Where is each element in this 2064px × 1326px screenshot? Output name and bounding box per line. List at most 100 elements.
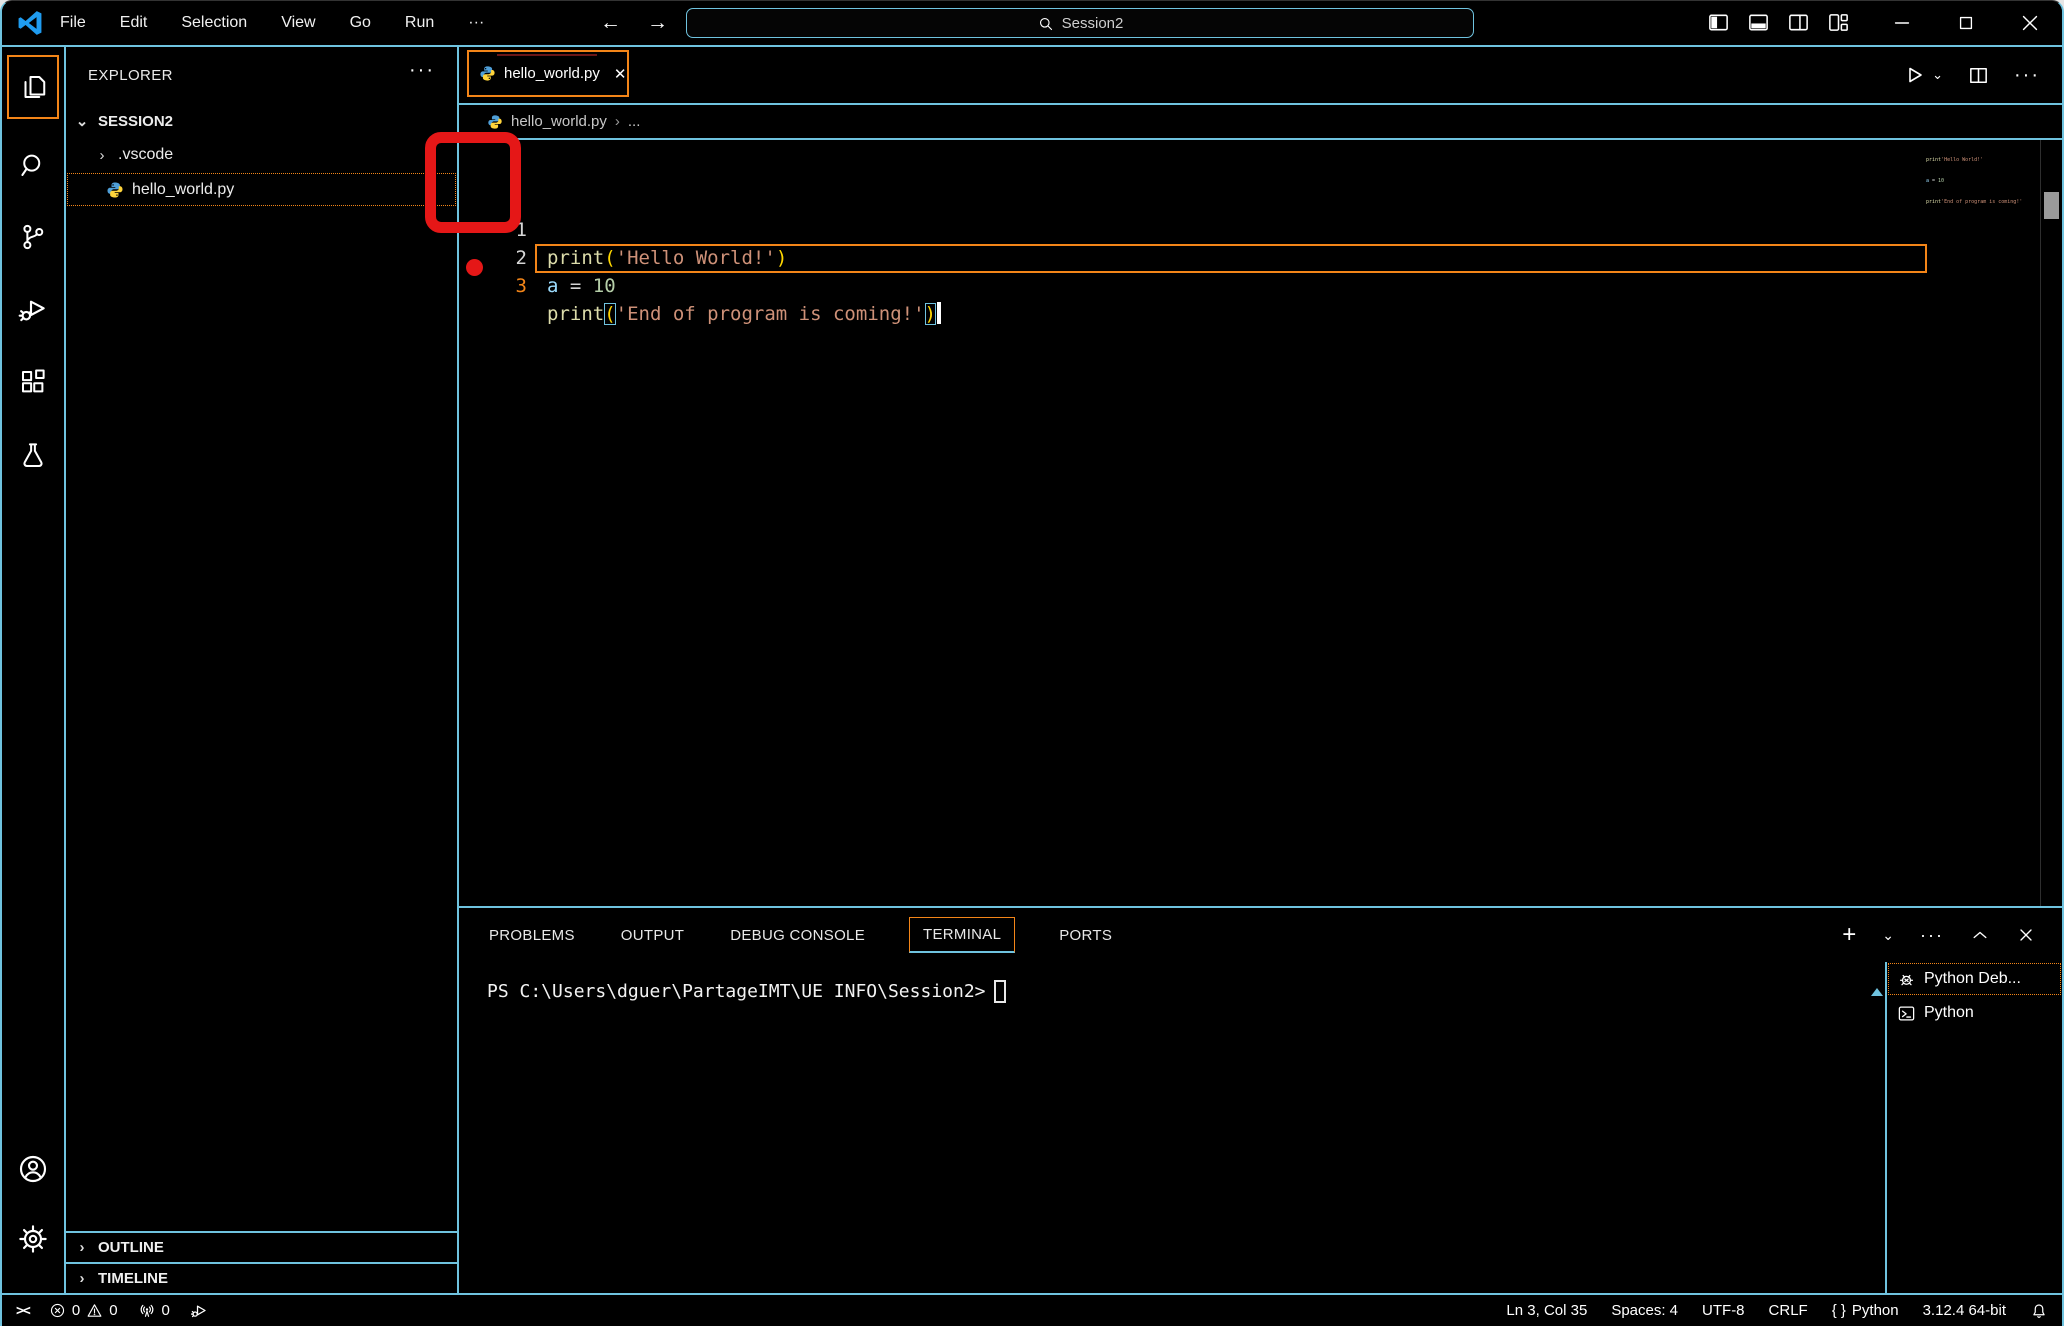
code-line-1: 1 print('Hello World!') (459, 188, 2062, 216)
menu-file[interactable]: File (60, 14, 86, 32)
new-terminal-icon[interactable]: + (1842, 921, 1856, 949)
split-editor-icon[interactable] (1967, 64, 1990, 87)
toggle-sidebar-icon[interactable] (1707, 11, 1730, 34)
search-activity-icon[interactable] (2, 133, 64, 197)
minimap[interactable]: print'Hello World!' a = 10 print'End of … (1926, 143, 2038, 220)
cursor-position[interactable]: Ln 3, Col 35 (1506, 1302, 1587, 1319)
tab-hello-world[interactable]: hello_world.py ✕ (467, 50, 629, 97)
explorer-title: EXPLORER (88, 67, 173, 84)
run-dropdown-icon[interactable]: ⌄ (1932, 67, 1943, 83)
menu-run[interactable]: Run (405, 14, 434, 32)
search-icon (1037, 15, 1054, 32)
run-play-icon (1902, 63, 1926, 87)
indentation[interactable]: Spaces: 4 (1611, 1302, 1678, 1319)
outline-section[interactable]: › OUTLINE (66, 1231, 457, 1262)
bottom-panel: PROBLEMS OUTPUT DEBUG CONSOLE TERMINAL P… (459, 906, 2062, 1293)
breadcrumb-separator-icon: › (615, 113, 620, 130)
maximize-panel-icon[interactable] (1970, 925, 1990, 945)
debug-play-icon (190, 1301, 209, 1320)
testing-activity-icon[interactable] (2, 423, 64, 487)
close-window-button[interactable] (1998, 1, 2062, 45)
chevron-right-icon: › (74, 1239, 90, 1256)
scrollbar-thumb[interactable] (2044, 192, 2059, 219)
broadcast-icon (138, 1302, 156, 1320)
code-editor[interactable]: 1 print('Hello World!') 2 a = 10 3 print… (459, 140, 2062, 906)
debug-status[interactable] (190, 1301, 209, 1320)
encoding[interactable]: UTF-8 (1702, 1302, 1745, 1319)
tab-close-icon[interactable]: ✕ (614, 65, 627, 83)
editor-actions: ⌄ ··· (1902, 47, 2040, 103)
tab-debug-console[interactable]: DEBUG CONSOLE (728, 919, 867, 952)
timeline-section[interactable]: › TIMELINE (66, 1262, 457, 1293)
terminal-output[interactable]: PS C:\Users\dguer\PartageIMT\UE INFO\Ses… (487, 980, 1006, 1003)
forward-arrow-icon[interactable]: → (647, 11, 668, 35)
code-line-2: 2 a = 10 (459, 216, 2062, 244)
timeline-label: TIMELINE (98, 1270, 168, 1287)
panel-more-actions-icon[interactable]: ··· (1920, 925, 1944, 946)
remote-indicator-icon[interactable]: >< (16, 1303, 29, 1319)
menu-edit[interactable]: Edit (120, 14, 148, 32)
settings-gear-icon[interactable] (2, 1207, 64, 1271)
explorer-activity-icon[interactable] (7, 55, 59, 119)
line-number-active: 3 (459, 272, 527, 300)
outline-label: OUTLINE (98, 1239, 164, 1256)
breadcrumb-symbol[interactable]: ... (628, 113, 641, 130)
command-center-search[interactable]: Session2 (686, 8, 1474, 38)
warning-count: 0 (109, 1302, 117, 1319)
tree-item-vscode[interactable]: › .vscode (66, 139, 457, 171)
tab-terminal[interactable]: TERMINAL (909, 917, 1015, 953)
chevron-right-icon: › (94, 147, 110, 164)
close-panel-icon[interactable] (2016, 925, 2036, 945)
python-file-icon (106, 181, 124, 199)
menu-more[interactable]: ··· (468, 14, 484, 32)
maximize-button[interactable] (1934, 1, 1998, 45)
language-mode[interactable]: { } Python (1832, 1302, 1899, 1319)
customize-layout-icon[interactable] (1827, 11, 1850, 34)
account-icon[interactable] (2, 1137, 64, 1201)
explorer-more-actions-icon[interactable]: ··· (409, 59, 435, 82)
minimize-button[interactable] (1870, 1, 1934, 45)
run-debug-activity-icon[interactable] (2, 277, 64, 341)
vscode-window: File Edit Selection View Go Run ··· ← → … (0, 0, 2064, 1326)
extensions-activity-icon[interactable] (2, 350, 64, 414)
breakpoint-dot[interactable] (466, 259, 483, 276)
tab-problems[interactable]: PROBLEMS (487, 919, 577, 952)
window-controls (1870, 1, 2062, 45)
toggle-panel-icon[interactable] (1747, 11, 1770, 34)
layout-controls (1707, 11, 1850, 34)
editor-tab-bar: hello_world.py ✕ ⌄ ··· (459, 47, 2062, 105)
terminal-icon (1897, 1004, 1916, 1023)
toggle-secondary-sidebar-icon[interactable] (1787, 11, 1810, 34)
ports-status[interactable]: 0 (138, 1302, 170, 1320)
back-arrow-icon[interactable]: ← (600, 11, 621, 35)
menu-view[interactable]: View (281, 14, 315, 32)
chevron-down-icon: ⌄ (74, 112, 90, 130)
breadcrumb[interactable]: hello_world.py › ... (459, 105, 2062, 140)
terminal-item-python[interactable]: Python (1887, 996, 2062, 1030)
editor-scrollbar[interactable] (2040, 140, 2062, 906)
python-interpreter[interactable]: 3.12.4 64-bit (1923, 1302, 2006, 1319)
problems-status[interactable]: 0 0 (49, 1302, 118, 1319)
notifications-bell-icon[interactable] (2030, 1302, 2048, 1320)
panel-actions: + ⌄ ··· (1842, 908, 2036, 962)
tab-ports[interactable]: PORTS (1057, 919, 1114, 952)
terminal-item-python-debug[interactable]: Python Deb... (1887, 962, 2062, 996)
explorer-sidebar: EXPLORER ··· ⌄ SESSION2 › .vscode hello_… (66, 47, 459, 1293)
python-file-icon (479, 65, 496, 82)
run-button[interactable]: ⌄ (1902, 63, 1943, 87)
tab-output[interactable]: OUTPUT (619, 919, 686, 952)
breadcrumb-file[interactable]: hello_world.py (511, 113, 607, 130)
terminal-dropdown-icon[interactable]: ⌄ (1882, 927, 1894, 944)
menu-selection[interactable]: Selection (181, 14, 247, 32)
error-count: 0 (72, 1302, 80, 1319)
vscode-logo-icon (16, 9, 44, 37)
tree-root-session2[interactable]: ⌄ SESSION2 (66, 105, 457, 137)
editor-more-actions-icon[interactable]: ··· (2014, 64, 2040, 87)
resize-handle-icon[interactable] (1871, 988, 1883, 996)
source-control-icon[interactable] (2, 205, 64, 269)
menu-go[interactable]: Go (350, 14, 371, 32)
tab-accent (497, 54, 597, 56)
eol-sequence[interactable]: CRLF (1769, 1302, 1808, 1319)
tree-item-hello-world[interactable]: hello_world.py (66, 172, 457, 207)
language-label: Python (1852, 1302, 1899, 1319)
